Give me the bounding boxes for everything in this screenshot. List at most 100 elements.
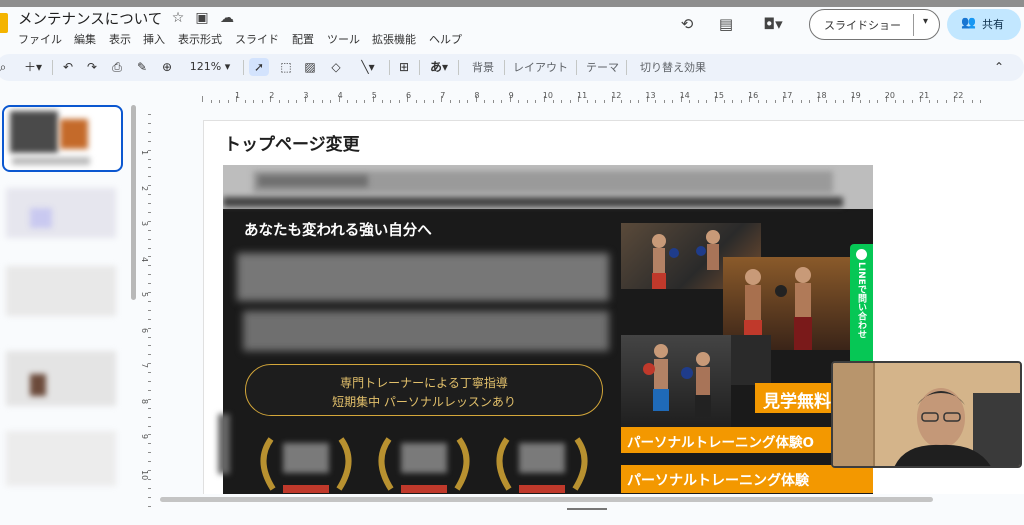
video-call-overlay[interactable] (831, 361, 1022, 468)
ruler-tick (148, 470, 151, 471)
ruler-tick (911, 100, 913, 103)
slide-thumbnail-5[interactable] (6, 431, 116, 486)
pixelated-area (223, 197, 843, 207)
line-tab-text: LINEで問い合わせ (856, 262, 866, 339)
toolbar: ⌕ ＋▾ ↶ ↷ ⎙ ✎ ⊕ 121% ▾ ➚ ⬚ ▨ ◇ ╲▾ ⊞ あ▾ 背景… (0, 54, 1024, 81)
menu-file[interactable]: ファイル (18, 31, 62, 47)
separator (243, 60, 244, 75)
ruler-tick (148, 354, 151, 356)
separator (52, 60, 53, 75)
slide-thumbnail-4[interactable] (6, 351, 116, 406)
ruler-tick (962, 100, 964, 103)
speaker-notes-drag-handle[interactable] (567, 508, 607, 510)
search-menus-icon[interactable]: ⌕ (0, 58, 10, 76)
slides-logo-icon[interactable] (0, 13, 8, 33)
pixelated-area (218, 414, 230, 474)
input-tools-glyph: あ (429, 60, 442, 74)
menu-extensions[interactable]: 拡張機能 (372, 31, 416, 47)
undo-icon[interactable]: ↶ (60, 58, 76, 76)
theme-button[interactable]: テーマ (586, 59, 619, 75)
menu-arrange[interactable]: 配置 (292, 31, 314, 47)
chevron-down-icon[interactable]: ▾ (923, 16, 928, 27)
zoom-icon[interactable]: ⊕ (159, 58, 175, 76)
menu-slide[interactable]: スライド (235, 31, 279, 47)
menu-format[interactable]: 表示形式 (178, 31, 222, 47)
slide-thumbnail-2[interactable] (6, 188, 116, 238)
background-button[interactable]: 背景 (472, 59, 494, 75)
slide-filmstrip[interactable] (0, 96, 140, 525)
ruler-tick (689, 100, 691, 103)
ruler-tick (148, 131, 151, 133)
ruler-tick (148, 176, 151, 178)
ruler-tick (202, 96, 203, 102)
frame-select-icon[interactable]: ⬚ (277, 58, 295, 76)
ruler-tick (552, 100, 554, 103)
menu-edit[interactable]: 編集 (74, 31, 96, 47)
ruler-tick (364, 100, 366, 103)
menu-tools[interactable]: ツール (327, 31, 360, 47)
ruler-tick (672, 100, 674, 103)
ruler-tick (903, 100, 905, 103)
menu-insert[interactable]: 挿入 (143, 31, 165, 47)
pill-line-2: 短期集中 パーソナルレッスンあり (332, 395, 516, 409)
select-tool-icon[interactable]: ➚ (249, 58, 269, 76)
ruler-tick (526, 100, 528, 103)
slideshow-button[interactable]: スライドショー ▾ (809, 9, 940, 40)
ruler-tick (655, 100, 657, 103)
slide-thumbnail-1[interactable] (2, 105, 123, 172)
zoom-select[interactable]: 121% ▾ (183, 58, 237, 76)
document-title[interactable]: メンテナンスについて (18, 8, 162, 29)
ruler-tick (148, 416, 151, 418)
canvas-horizontal-scrollbar[interactable] (160, 497, 933, 502)
ruler-tick (586, 100, 588, 103)
line-tool-icon[interactable]: ╲▾ (353, 58, 383, 76)
shape-icon[interactable]: ◇ (327, 58, 345, 76)
website-screenshot-image[interactable]: あなたも変われる強い自分へ 専門トレーナーによる丁寧指導 短期集中 パーソナルレ… (223, 165, 873, 494)
ruler-tick (296, 100, 298, 103)
layout-button[interactable]: レイアウト (513, 59, 568, 75)
ruler-tick (697, 100, 699, 103)
ruler-tick (569, 100, 571, 103)
ruler-tick (148, 372, 151, 374)
paint-format-icon[interactable]: ✎ (134, 58, 150, 76)
ruler-tick (148, 185, 151, 187)
slide-title[interactable]: トップページ変更 (224, 130, 360, 155)
image-icon[interactable]: ▨ (302, 58, 318, 76)
ruler-label: 2 (269, 91, 275, 100)
ruler-tick (398, 100, 400, 103)
add-comment-icon[interactable]: ⊞ (395, 58, 413, 76)
transition-button[interactable]: 切り替え効果 (640, 59, 706, 75)
ruler-tick (148, 336, 151, 338)
ruler-tick (148, 203, 151, 204)
people-icon: 👥 (961, 15, 976, 29)
print-icon[interactable]: ⎙ (109, 58, 125, 76)
new-slide-icon[interactable]: ＋▾ (20, 58, 46, 76)
ruler-tick (148, 274, 151, 276)
menu-view[interactable]: 表示 (109, 31, 131, 47)
award-laurel-3 (489, 431, 595, 494)
ruler-tick (148, 398, 151, 400)
ruler-tick (148, 194, 151, 196)
move-folder-icon[interactable]: ▣ (194, 10, 210, 26)
version-history-icon[interactable]: ⟲ (676, 13, 698, 35)
horizontal-ruler: 1 2 3 4 5 6 7 8 9 10 11 12 13 14 15 16 17 18 19 20 21 22 (150, 90, 1024, 106)
collapse-toolbar-icon[interactable]: ⌃ (991, 58, 1007, 76)
menu-help[interactable]: ヘルプ (429, 31, 462, 47)
ruler-tick (227, 100, 229, 103)
meet-camera-icon[interactable]: ◘▾ (757, 13, 789, 35)
ruler-tick (415, 100, 417, 103)
input-tools-button[interactable]: あ▾ (426, 58, 452, 76)
ruler-tick (809, 100, 811, 103)
ruler-tick (148, 381, 151, 382)
ruler-tick (219, 100, 221, 103)
comments-icon[interactable]: ▤ (715, 13, 737, 35)
slide-thumbnail-3[interactable] (6, 266, 116, 316)
redo-icon[interactable]: ↷ (84, 58, 100, 76)
filmstrip-scrollbar[interactable] (131, 105, 136, 300)
share-button[interactable]: 👥 共有 (947, 9, 1021, 40)
award-laurel-2 (371, 431, 477, 494)
cloud-status-icon[interactable]: ☁ (219, 10, 235, 26)
ruler-label: 10 (542, 91, 553, 100)
star-icon[interactable]: ☆ (170, 10, 186, 26)
ruler-tick (148, 283, 151, 285)
